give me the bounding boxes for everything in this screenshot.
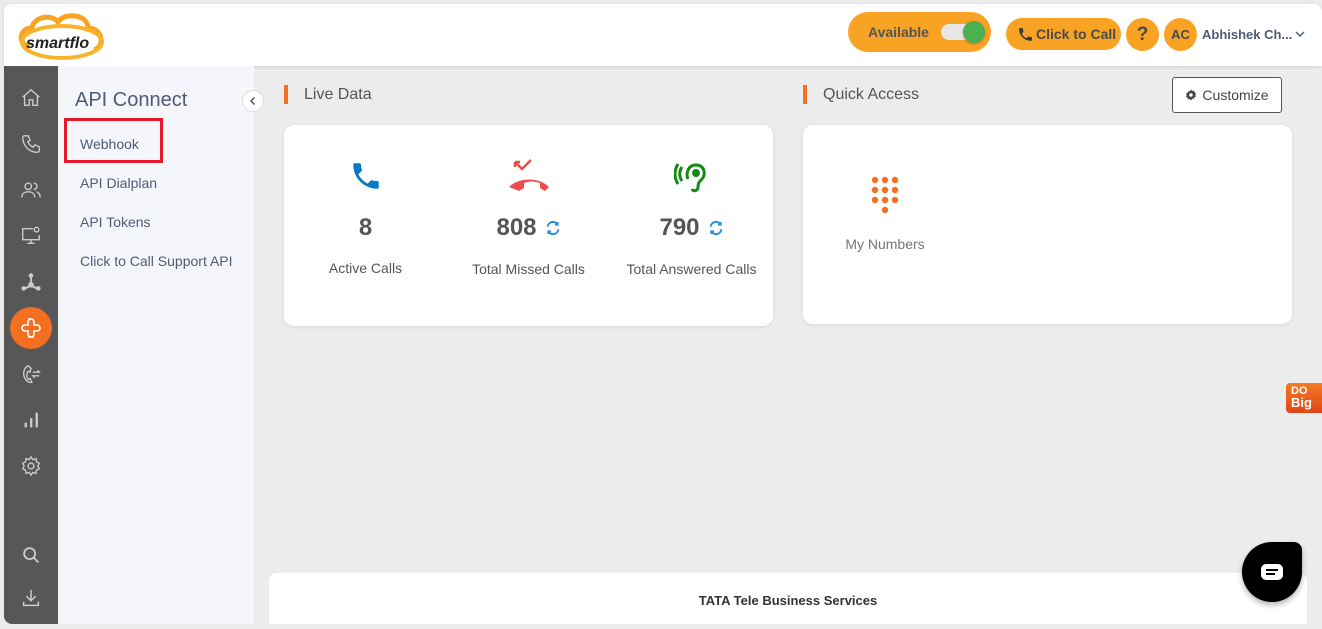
avatar[interactable]: AC [1164, 18, 1197, 51]
collapse-sidebar-button[interactable] [242, 90, 264, 112]
nav-download[interactable] [10, 577, 52, 619]
answered-calls-value: 790 [659, 214, 700, 241]
chat-icon [1261, 564, 1283, 580]
live-data-card: 8 Active Calls 808 Total Missed Calls 79… [284, 125, 773, 326]
subnav-item-click-to-call-support-api[interactable]: Click to Call Support API [80, 253, 233, 269]
nav-search[interactable] [10, 534, 52, 576]
stat-answered-calls: 790 Total Answered Calls [610, 159, 773, 277]
smartflo-logo[interactable]: smartflo [16, 8, 108, 64]
availability-label: Available [868, 24, 929, 40]
chat-widget-button[interactable] [1242, 542, 1302, 602]
highlight-box [64, 118, 163, 163]
customize-label: Customize [1202, 87, 1269, 103]
subnav-title: API Connect [75, 89, 188, 111]
icon-rail [4, 66, 58, 624]
subnav-item-api-dialplan[interactable]: API Dialplan [80, 175, 157, 191]
phone-icon [22, 135, 40, 153]
dialpad-icon [871, 176, 899, 214]
quick-access-my-numbers[interactable]: My Numbers [825, 175, 945, 252]
users-icon [21, 182, 41, 198]
missed-call-icon [508, 159, 549, 191]
download-icon [22, 589, 40, 607]
refresh-icon[interactable] [708, 215, 724, 243]
customize-button[interactable]: Customize [1172, 77, 1282, 113]
analytics-icon [24, 412, 38, 428]
help-button[interactable]: ? [1126, 18, 1159, 51]
svg-text:smartflo: smartflo [26, 35, 89, 52]
search-icon [23, 547, 39, 563]
quick-access-card: My Numbers [803, 125, 1292, 324]
stat-missed-calls: 808 Total Missed Calls [447, 159, 610, 277]
refresh-icon[interactable] [545, 215, 561, 243]
quick-access-title: Quick Access [823, 86, 920, 103]
call-transfer-icon [23, 364, 41, 384]
ear-icon [673, 163, 706, 193]
nav-calls[interactable] [10, 123, 52, 165]
nav-users[interactable] [10, 169, 52, 211]
nav-settings[interactable] [10, 445, 52, 487]
do-big-badge[interactable]: DO Big [1286, 383, 1322, 413]
section-accent [803, 85, 807, 104]
monitor-settings-icon [22, 226, 40, 245]
gear-icon [1186, 89, 1197, 101]
stat-active-calls: 8 Active Calls [284, 159, 447, 276]
chevron-left-icon [249, 96, 256, 106]
my-numbers-label: My Numbers [845, 236, 925, 252]
phone-icon [352, 163, 379, 189]
answered-calls-label: Total Answered Calls [626, 260, 757, 277]
phone-icon [1019, 27, 1032, 41]
subnav-item-api-tokens[interactable]: API Tokens [80, 214, 151, 230]
home-icon [22, 88, 40, 107]
network-icon [21, 273, 41, 291]
missed-calls-label: Total Missed Calls [472, 260, 585, 277]
live-data-title: Live Data [304, 86, 372, 103]
nav-monitor-settings[interactable] [10, 215, 52, 257]
nav-analytics[interactable] [10, 399, 52, 441]
nav-network[interactable] [10, 261, 52, 303]
nav-home[interactable] [10, 77, 52, 119]
chevron-down-icon[interactable] [1294, 26, 1306, 44]
availability-toggle[interactable]: Available [848, 12, 991, 52]
nav-call-transfer[interactable] [10, 353, 52, 395]
click-to-call-button[interactable]: Click to Call [1006, 18, 1121, 50]
missed-calls-value: 808 [496, 214, 537, 241]
click-to-call-label: Click to Call [1036, 26, 1117, 42]
top-bar: smartflo Available Click to Call ? AC Ab… [4, 4, 1322, 66]
active-calls-value: 8 [358, 214, 373, 241]
nav-api-connect[interactable] [10, 307, 52, 349]
api-connect-icon [21, 318, 41, 338]
settings-icon [21, 455, 41, 477]
active-calls-label: Active Calls [328, 260, 403, 276]
footer: TATA Tele Business Services [269, 573, 1307, 624]
user-name[interactable]: Abhishek Ch... [1202, 27, 1292, 42]
availability-switch[interactable] [941, 21, 985, 43]
section-accent [284, 85, 288, 104]
